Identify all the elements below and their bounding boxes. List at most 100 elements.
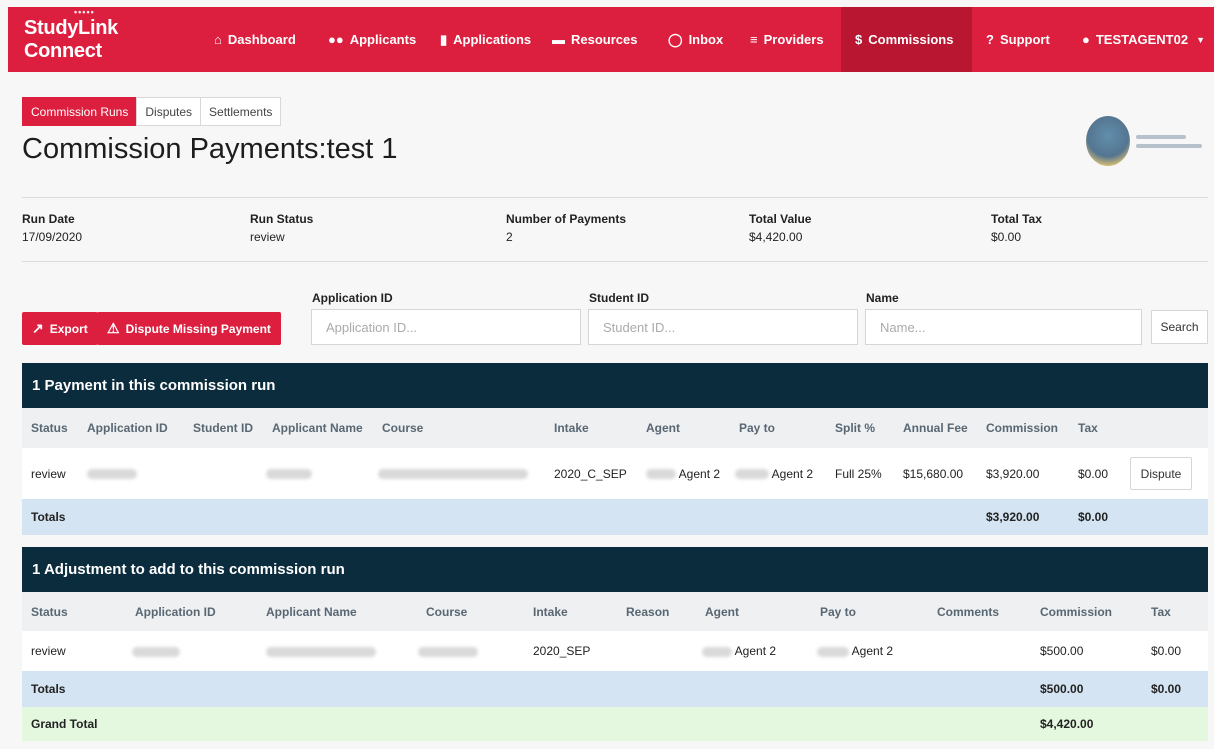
user-icon: ●: [1082, 32, 1090, 47]
home-icon: ⌂: [214, 32, 222, 47]
redacted-application-id: [132, 644, 180, 658]
name-input[interactable]: Name...: [865, 309, 1142, 345]
col-commission[interactable]: Commission: [1040, 605, 1112, 619]
brand-logo[interactable]: ••••• StudyLink Connect: [8, 7, 200, 63]
adjustments-table-header: Status Application ID Applicant Name Cou…: [22, 592, 1208, 631]
col-course[interactable]: Course: [426, 605, 467, 619]
summary-total-value: Total Value $4,420.00: [749, 212, 811, 244]
nav-applicants[interactable]: ●● Applicants: [314, 7, 426, 72]
payments-table-header: Status Application ID Student ID Applica…: [22, 408, 1208, 448]
col-split[interactable]: Split %: [835, 421, 875, 435]
nav-user-menu[interactable]: ● TESTAGENT02 ▼: [1068, 7, 1205, 72]
nav-support-label: Support: [999, 32, 1050, 47]
row-tax: $0.00: [1078, 466, 1109, 481]
grand-total-commission: $4,420.00: [1040, 717, 1094, 731]
totals-label: Totals: [31, 682, 66, 696]
redacted-applicant-name: [266, 467, 312, 481]
row-tax: $0.00: [1151, 644, 1182, 658]
commission-tabs: Commission Runs Disputes Settlements: [22, 97, 282, 126]
row-agent-name: Agent 2: [678, 466, 721, 481]
export-button[interactable]: ↗ Export: [22, 312, 98, 345]
redacted-course: [378, 467, 528, 481]
grand-total-row: Grand Total $4,420.00: [22, 707, 1208, 741]
col-annual-fee[interactable]: Annual Fee: [903, 421, 968, 435]
col-course[interactable]: Course: [382, 421, 423, 435]
redacted-application-id: [87, 467, 137, 481]
col-agent[interactable]: Agent: [646, 421, 680, 435]
tab-commission-runs[interactable]: Commission Runs: [22, 97, 138, 126]
divider: [22, 197, 1208, 198]
col-intake[interactable]: Intake: [533, 605, 568, 619]
nav-user-label: TESTAGENT02: [1095, 32, 1189, 47]
provider-seal-icon: [1086, 116, 1130, 166]
dispute-missing-payment-button[interactable]: ⚠ Dispute Missing Payment: [97, 312, 281, 345]
users-icon: ●●: [328, 32, 344, 47]
institution-icon: ≡: [750, 32, 758, 47]
nav-commissions-label: Commissions: [868, 32, 954, 47]
search-button[interactable]: Search: [1151, 310, 1208, 344]
application-id-label: Application ID: [312, 291, 393, 305]
col-pay-to[interactable]: Pay to: [820, 605, 856, 619]
table-row: review 2020_SEP Agent 2 Agent 2 $500.00 …: [22, 631, 1208, 671]
nav-applications[interactable]: ▮ Applications: [426, 7, 538, 72]
tab-settlements[interactable]: Settlements: [200, 97, 282, 126]
question-icon: ?: [986, 32, 994, 47]
summary-total-tax: Total Tax $0.00: [991, 212, 1042, 244]
brand-logo-dots: •••••: [74, 6, 95, 17]
application-id-input[interactable]: Application ID...: [311, 309, 581, 345]
col-status[interactable]: Status: [31, 421, 68, 435]
nav-providers[interactable]: ≡ Providers: [736, 7, 841, 72]
run-status-label: Run Status: [250, 212, 314, 226]
student-id-label: Student ID: [589, 291, 649, 305]
col-student-id[interactable]: Student ID: [193, 421, 253, 435]
dispute-button[interactable]: Dispute: [1130, 457, 1192, 490]
redacted-course: [418, 644, 478, 658]
col-applicant-name[interactable]: Applicant Name: [272, 421, 363, 435]
col-intake[interactable]: Intake: [554, 421, 589, 435]
col-pay-to[interactable]: Pay to: [739, 421, 775, 435]
col-application-id[interactable]: Application ID: [135, 605, 216, 619]
inbox-icon: ◯: [668, 31, 683, 47]
row-pay-to: Agent 2: [817, 644, 893, 658]
col-commission[interactable]: Commission: [986, 421, 1058, 435]
total-tax-label: Total Tax: [991, 212, 1042, 226]
col-applicant-name[interactable]: Applicant Name: [266, 605, 357, 619]
totals-tax: $0.00: [1078, 510, 1109, 524]
nav-inbox[interactable]: ◯ Inbox: [654, 7, 736, 72]
tab-disputes[interactable]: Disputes: [136, 97, 202, 126]
row-intake: 2020_SEP: [533, 644, 591, 658]
row-commission: $3,920.00: [986, 466, 1040, 481]
page-title: Commission Payments:test 1: [22, 133, 398, 165]
run-date-label: Run Date: [22, 212, 75, 226]
total-value-label: Total Value: [749, 212, 812, 226]
summary-run-status: Run Status review: [250, 212, 313, 244]
dollar-icon: $: [855, 32, 863, 47]
col-comments[interactable]: Comments: [937, 605, 999, 619]
adjustments-totals-row: Totals $500.00 $0.00: [22, 671, 1208, 707]
col-tax[interactable]: Tax: [1151, 605, 1171, 619]
nav-support[interactable]: ? Support: [972, 7, 1068, 72]
col-reason[interactable]: Reason: [626, 605, 669, 619]
nav-inbox-label: Inbox: [688, 32, 724, 47]
col-status[interactable]: Status: [31, 605, 68, 619]
summary-num-payments: Number of Payments 2: [506, 212, 626, 244]
export-label: Export: [49, 321, 88, 336]
nav-dashboard-label: Dashboard: [227, 32, 296, 47]
row-pay-to-name: Agent 2: [771, 466, 814, 481]
col-tax[interactable]: Tax: [1078, 421, 1098, 435]
col-application-id[interactable]: Application ID: [87, 421, 168, 435]
table-row: review 2020_C_SEP Agent 2 Agent 2 Full 2…: [22, 448, 1208, 499]
nav-resources[interactable]: ▬ Resources: [538, 7, 654, 72]
redacted-applicant-name: [266, 644, 376, 658]
row-split: Full 25%: [835, 466, 882, 481]
row-agent: Agent 2: [702, 644, 776, 658]
nav-dashboard[interactable]: ⌂ Dashboard: [200, 7, 314, 72]
payments-totals-row: Totals $3,920.00 $0.00: [22, 499, 1208, 535]
document-icon: ▮: [440, 31, 448, 47]
divider: [22, 261, 1208, 262]
col-agent[interactable]: Agent: [705, 605, 739, 619]
nav-applications-label: Applications: [453, 32, 532, 47]
student-id-input[interactable]: Student ID...: [588, 309, 858, 345]
nav-commissions[interactable]: $ Commissions: [841, 7, 972, 72]
totals-tax: $0.00: [1151, 682, 1182, 696]
